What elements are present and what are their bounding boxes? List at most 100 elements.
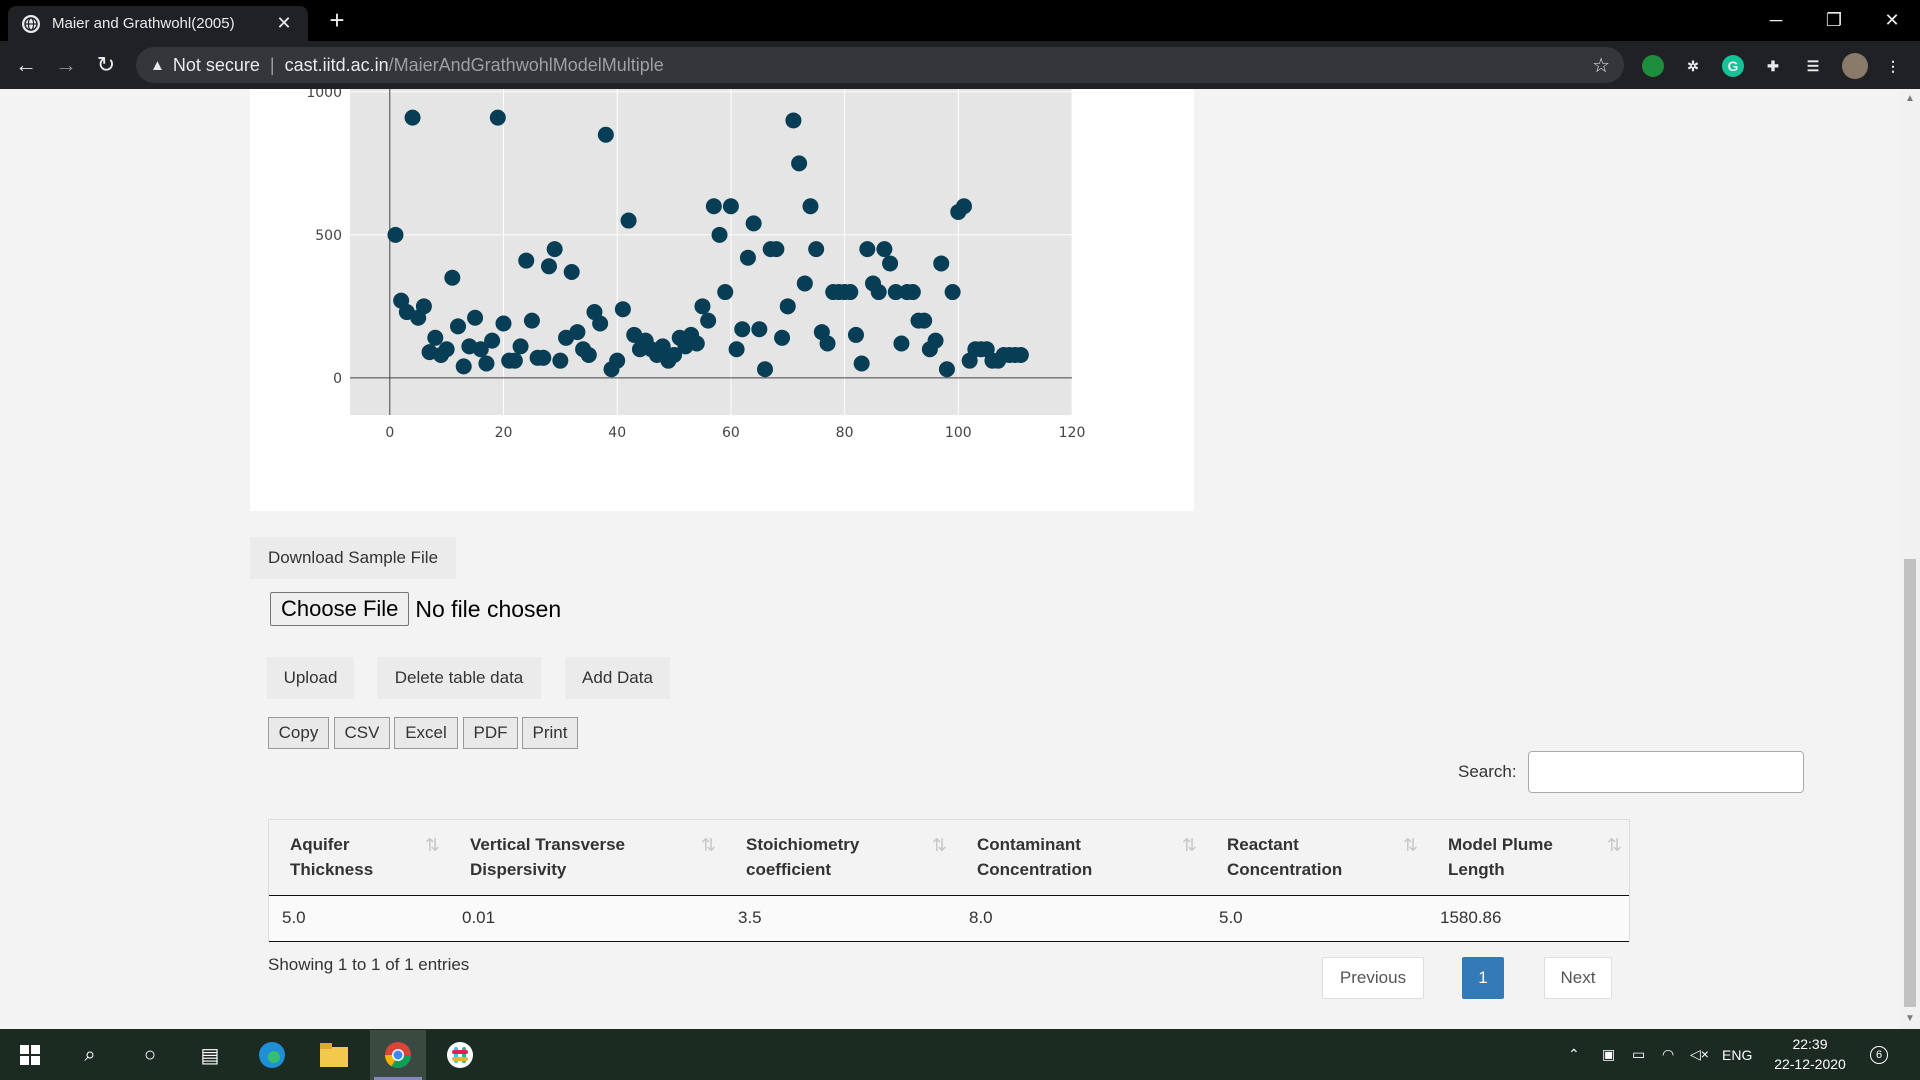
extension-gear-icon[interactable]: ✲	[1682, 55, 1704, 77]
task-view-icon[interactable]: ▤	[192, 1037, 228, 1073]
notification-badge: 6	[1870, 1045, 1888, 1064]
volume-muted-icon[interactable]: ◁×	[1690, 1029, 1709, 1080]
windows-start-icon[interactable]	[12, 1037, 48, 1073]
column-header-vertical-dispersivity[interactable]: Vertical Transverse Dispersivity ⇅	[448, 819, 724, 896]
scatter-point	[933, 255, 950, 272]
scatter-point	[387, 226, 404, 243]
column-header-model-plume-length[interactable]: Model Plume Length ⇅	[1426, 819, 1630, 896]
slack-icon[interactable]	[442, 1037, 478, 1073]
scatter-point	[796, 275, 813, 292]
scatter-point	[450, 318, 467, 335]
scatter-point	[859, 241, 876, 258]
grammarly-icon[interactable]: G	[1722, 55, 1744, 77]
page-1-button[interactable]: 1	[1462, 957, 1504, 999]
puzzle-extensions-icon[interactable]: ✚	[1762, 55, 1784, 77]
column-header-aquifer-thickness[interactable]: Aquifer Thickness ⇅	[268, 819, 448, 896]
previous-page-button[interactable]: Previous	[1322, 957, 1424, 999]
language-indicator[interactable]: ENG	[1722, 1029, 1752, 1080]
chrome-icon[interactable]	[380, 1037, 416, 1073]
scatter-point	[893, 335, 910, 352]
url-path: /MaierAndGrathwohlModelMultiple	[388, 54, 664, 75]
upload-button[interactable]: Upload	[267, 657, 354, 699]
scatter-point	[882, 255, 899, 272]
x-tick-label: 80	[836, 425, 854, 441]
scatter-point	[785, 112, 802, 129]
scroll-down-icon[interactable]: ▼	[1904, 1013, 1916, 1025]
notification-center-icon[interactable]: 6	[1870, 1029, 1888, 1080]
reload-icon[interactable]: ↻	[92, 51, 120, 79]
back-icon[interactable]: ←	[12, 51, 40, 79]
restore-icon[interactable]: ❐	[1806, 0, 1862, 41]
media-queue-icon[interactable]: ☰	[1802, 55, 1824, 77]
scatter-point	[580, 346, 597, 363]
clock-date: 22-12-2020	[1774, 1056, 1846, 1072]
scatter-point	[842, 284, 859, 301]
new-tab-button[interactable]: +	[322, 6, 352, 36]
scroll-thumb[interactable]	[1904, 559, 1916, 1007]
extension-green-dot-icon[interactable]	[1642, 55, 1664, 77]
scroll-up-icon[interactable]: ▲	[1904, 93, 1916, 105]
globe-icon	[22, 14, 40, 33]
scatter-point	[774, 329, 791, 346]
scatter-point	[569, 324, 586, 341]
y-tick-label: 500	[315, 228, 342, 244]
scatter-point	[592, 315, 609, 332]
scatter-point	[563, 264, 580, 281]
scatter-point	[688, 335, 705, 352]
cortana-icon[interactable]: ○	[132, 1037, 168, 1073]
meet-now-icon[interactable]: ▣	[1602, 1029, 1615, 1080]
close-window-icon[interactable]: ✕	[1864, 0, 1920, 41]
download-sample-button[interactable]: Download Sample File	[250, 537, 456, 579]
scatter-point	[870, 284, 887, 301]
table-cell: 0.01	[448, 895, 724, 942]
file-explorer-icon[interactable]	[316, 1037, 352, 1073]
browser-tab[interactable]: Maier and Grathwohl(2005) ✕	[8, 6, 308, 41]
system-clock[interactable]: 22:39 22-12-2020	[1760, 1034, 1860, 1074]
pdf-button[interactable]: PDF	[463, 717, 518, 749]
page-content: 0 20 40 60 80 100 120 0 500 1000 Download Sample …	[0, 89, 1900, 1029]
show-hidden-icons[interactable]: ⌃	[1568, 1029, 1580, 1080]
search-icon[interactable]: ⌕	[72, 1037, 108, 1073]
scatter-point	[427, 329, 444, 346]
profile-avatar[interactable]	[1842, 53, 1868, 79]
column-header-contaminant-concentration[interactable]: Contaminant Concentration ⇅	[955, 819, 1205, 896]
bookmark-star-icon[interactable]: ☆	[1592, 53, 1610, 78]
scatter-point	[955, 198, 972, 215]
add-data-button[interactable]: Add Data	[565, 657, 670, 699]
search-label: Search:	[1458, 762, 1517, 781]
url-separator: |	[269, 54, 275, 75]
scatter-point	[728, 341, 745, 358]
search-input[interactable]	[1528, 751, 1804, 793]
close-tab-icon[interactable]: ✕	[274, 13, 294, 34]
clock-time: 22:39	[1792, 1036, 1828, 1052]
vertical-scrollbar[interactable]: ▲ ▼	[1900, 89, 1920, 1029]
print-button[interactable]: Print	[522, 717, 578, 749]
table-row[interactable]: 5.0 0.01 3.5 8.0 5.0 1580.86	[268, 895, 1630, 942]
delete-table-data-button[interactable]: Delete table data	[377, 657, 541, 699]
x-tick-label: 120	[1059, 425, 1086, 441]
copy-button[interactable]: Copy	[268, 717, 329, 749]
scatter-point	[757, 361, 774, 378]
forward-icon[interactable]: →	[52, 51, 80, 79]
battery-icon[interactable]: ▭	[1632, 1029, 1645, 1080]
wifi-icon[interactable]: ◠	[1662, 1029, 1674, 1080]
windows-taskbar: ⌕ ○ ▤ ⌃ ▣ ▭ ◠ ◁× ENG 22:39 22-12-2020 6	[0, 1029, 1920, 1080]
column-header-reactant-concentration[interactable]: Reactant Concentration ⇅	[1205, 819, 1426, 896]
scatter-point	[484, 332, 501, 349]
edge-browser-icon[interactable]	[254, 1037, 290, 1073]
column-header-stoichiometry[interactable]: Stoichiometry coefficient ⇅	[724, 819, 955, 896]
sort-icon: ⇅	[1181, 835, 1197, 855]
scatter-point	[523, 312, 540, 329]
excel-button[interactable]: Excel	[394, 717, 458, 749]
scatter-point	[467, 309, 484, 326]
scatter-point	[779, 298, 796, 315]
sort-icon: ⇅	[424, 835, 440, 855]
choose-file-button[interactable]: Choose File	[270, 592, 410, 626]
next-page-button[interactable]: Next	[1544, 957, 1612, 999]
address-bar[interactable]: ▲ Not secure | cast.iitd.ac.in/MaierAndG…	[136, 47, 1624, 83]
menu-kebab-icon[interactable]: ⋮	[1882, 55, 1904, 77]
minimize-icon[interactable]: ─	[1748, 0, 1804, 41]
csv-button[interactable]: CSV	[334, 717, 390, 749]
scatter-point	[444, 269, 461, 286]
table-cell: 8.0	[955, 895, 1205, 942]
